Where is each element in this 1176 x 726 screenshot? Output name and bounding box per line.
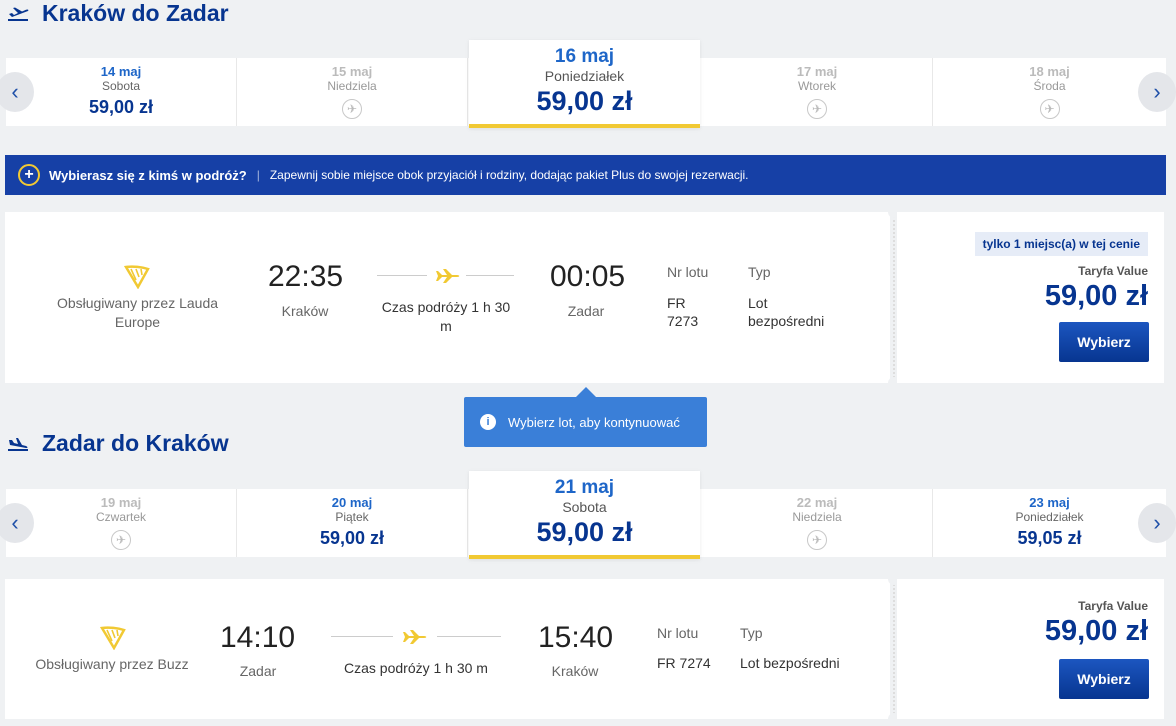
arrival-time: 00:05 bbox=[550, 260, 626, 293]
flight-type-label: Typ bbox=[748, 264, 771, 280]
departure-time: 14:10 bbox=[220, 621, 296, 654]
return-date-carousel: ‹ 19 maj Czwartek ✈ 20 maj Piątek 59,00 … bbox=[0, 471, 1176, 559]
return-flight-card[interactable]: Obsługiwany przez Buzz 14:10 Zadar Czas … bbox=[5, 579, 890, 719]
plane-landing-icon bbox=[8, 437, 28, 451]
card-divider bbox=[893, 584, 895, 714]
select-flight-tooltip: i Wybierz lot, aby kontynuować bbox=[464, 387, 707, 447]
flight-number-label: Nr lotu bbox=[667, 264, 709, 280]
outbound-date-carousel: ‹ 14 maj Sobota 59,00 zł 15 maj Niedziel… bbox=[0, 40, 1176, 128]
no-flight-icon: ✈ bbox=[807, 99, 827, 119]
flight-type: Lot bezpośredni bbox=[740, 655, 840, 671]
plus-bundle-banner[interactable]: + Wybierasz się z kimś w podróż? | Zapew… bbox=[5, 155, 1166, 195]
date-option-unavailable: 18 maj Środa ✈ bbox=[934, 58, 1165, 126]
departure-time: 22:35 bbox=[268, 260, 344, 293]
plane-icon bbox=[403, 630, 427, 644]
plane-takeoff-icon bbox=[8, 7, 29, 21]
date-option-unavailable: 17 maj Wtorek ✈ bbox=[702, 58, 933, 126]
seats-left-badge: tylko 1 miejsc(a) w tej cenie bbox=[974, 232, 1148, 256]
route-line bbox=[377, 275, 427, 276]
banner-separator: | bbox=[256, 168, 260, 182]
carousel-next-button[interactable]: › bbox=[1138, 503, 1176, 543]
travel-duration: Czas podróży 1 h 30 m bbox=[344, 660, 488, 676]
return-fare-card: Taryfa Value 59,00 zł Wybierz bbox=[897, 579, 1164, 719]
select-flight-button[interactable]: Wybierz bbox=[1059, 659, 1149, 699]
arrival-city: Kraków bbox=[551, 663, 599, 679]
chevron-left-icon: ‹ bbox=[11, 79, 19, 104]
departure-city: Kraków bbox=[281, 303, 329, 319]
no-flight-icon: ✈ bbox=[807, 530, 827, 550]
departure-city: Zadar bbox=[239, 663, 277, 679]
operator-label: Obsługiwany przez Buzz bbox=[35, 656, 189, 672]
operator-label: Obsługiwany przez Lauda Europe bbox=[56, 295, 219, 330]
no-flight-icon: ✈ bbox=[1039, 99, 1060, 119]
chevron-right-icon: › bbox=[1153, 510, 1161, 535]
fare-price: 59,00 zł bbox=[1044, 615, 1148, 647]
travel-duration: Czas podróży 1 h 30 m bbox=[381, 299, 511, 334]
fare-price: 59,00 zł bbox=[1044, 280, 1148, 312]
no-flight-icon: ✈ bbox=[342, 99, 362, 119]
flight-type: Lot bezpośredni bbox=[748, 295, 825, 329]
flight-number: FR 7274 bbox=[657, 655, 711, 671]
select-flight-button[interactable]: Wybierz bbox=[1059, 322, 1149, 362]
route-line bbox=[466, 275, 514, 276]
arrival-city: Zadar bbox=[567, 303, 605, 319]
chevron-right-icon: › bbox=[1153, 79, 1161, 104]
outbound-flight-card[interactable]: Obsługiwany przez Lauda Europe 22:35 Kra… bbox=[5, 212, 890, 383]
flight-type-label: Typ bbox=[740, 625, 763, 641]
card-divider bbox=[893, 216, 895, 378]
return-section-title: Zadar do Kraków bbox=[6, 430, 229, 457]
route-line bbox=[331, 636, 393, 637]
arrival-time: 15:40 bbox=[538, 621, 614, 654]
date-option[interactable]: 23 maj Poniedziałek 59,05 zł bbox=[934, 489, 1165, 557]
flight-number-label: Nr lotu bbox=[657, 625, 699, 641]
date-option[interactable]: 20 maj Piątek 59,00 zł bbox=[237, 489, 468, 557]
flight-number: FR 7273 bbox=[667, 295, 699, 329]
date-option-selected[interactable]: 21 maj Sobota 59,00 zł bbox=[469, 471, 700, 559]
date-option-unavailable: 19 maj Czwartek ✈ bbox=[6, 489, 237, 557]
info-icon: i bbox=[480, 414, 496, 430]
outbound-fare-card: tylko 1 miejsc(a) w tej cenie Taryfa Val… bbox=[897, 212, 1164, 383]
route-line bbox=[437, 636, 501, 637]
chevron-left-icon: ‹ bbox=[11, 510, 19, 535]
date-option-unavailable: 22 maj Niedziela ✈ bbox=[702, 489, 933, 557]
date-option-selected[interactable]: 16 maj Poniedziałek 59,00 zł bbox=[469, 40, 700, 128]
outbound-section-title: Kraków do Zadar bbox=[6, 0, 229, 27]
carousel-next-button[interactable]: › bbox=[1138, 72, 1176, 112]
harp-logo-icon bbox=[124, 265, 150, 289]
plane-icon bbox=[436, 269, 460, 283]
no-flight-icon: ✈ bbox=[111, 530, 131, 550]
fare-label: Taryfa Value bbox=[1078, 264, 1148, 278]
fare-label: Taryfa Value bbox=[1078, 599, 1148, 613]
date-option[interactable]: 14 maj Sobota 59,00 zł bbox=[6, 58, 237, 126]
plus-circle-icon: + bbox=[18, 164, 40, 186]
date-option-unavailable: 15 maj Niedziela ✈ bbox=[237, 58, 468, 126]
harp-logo-icon bbox=[100, 626, 126, 650]
